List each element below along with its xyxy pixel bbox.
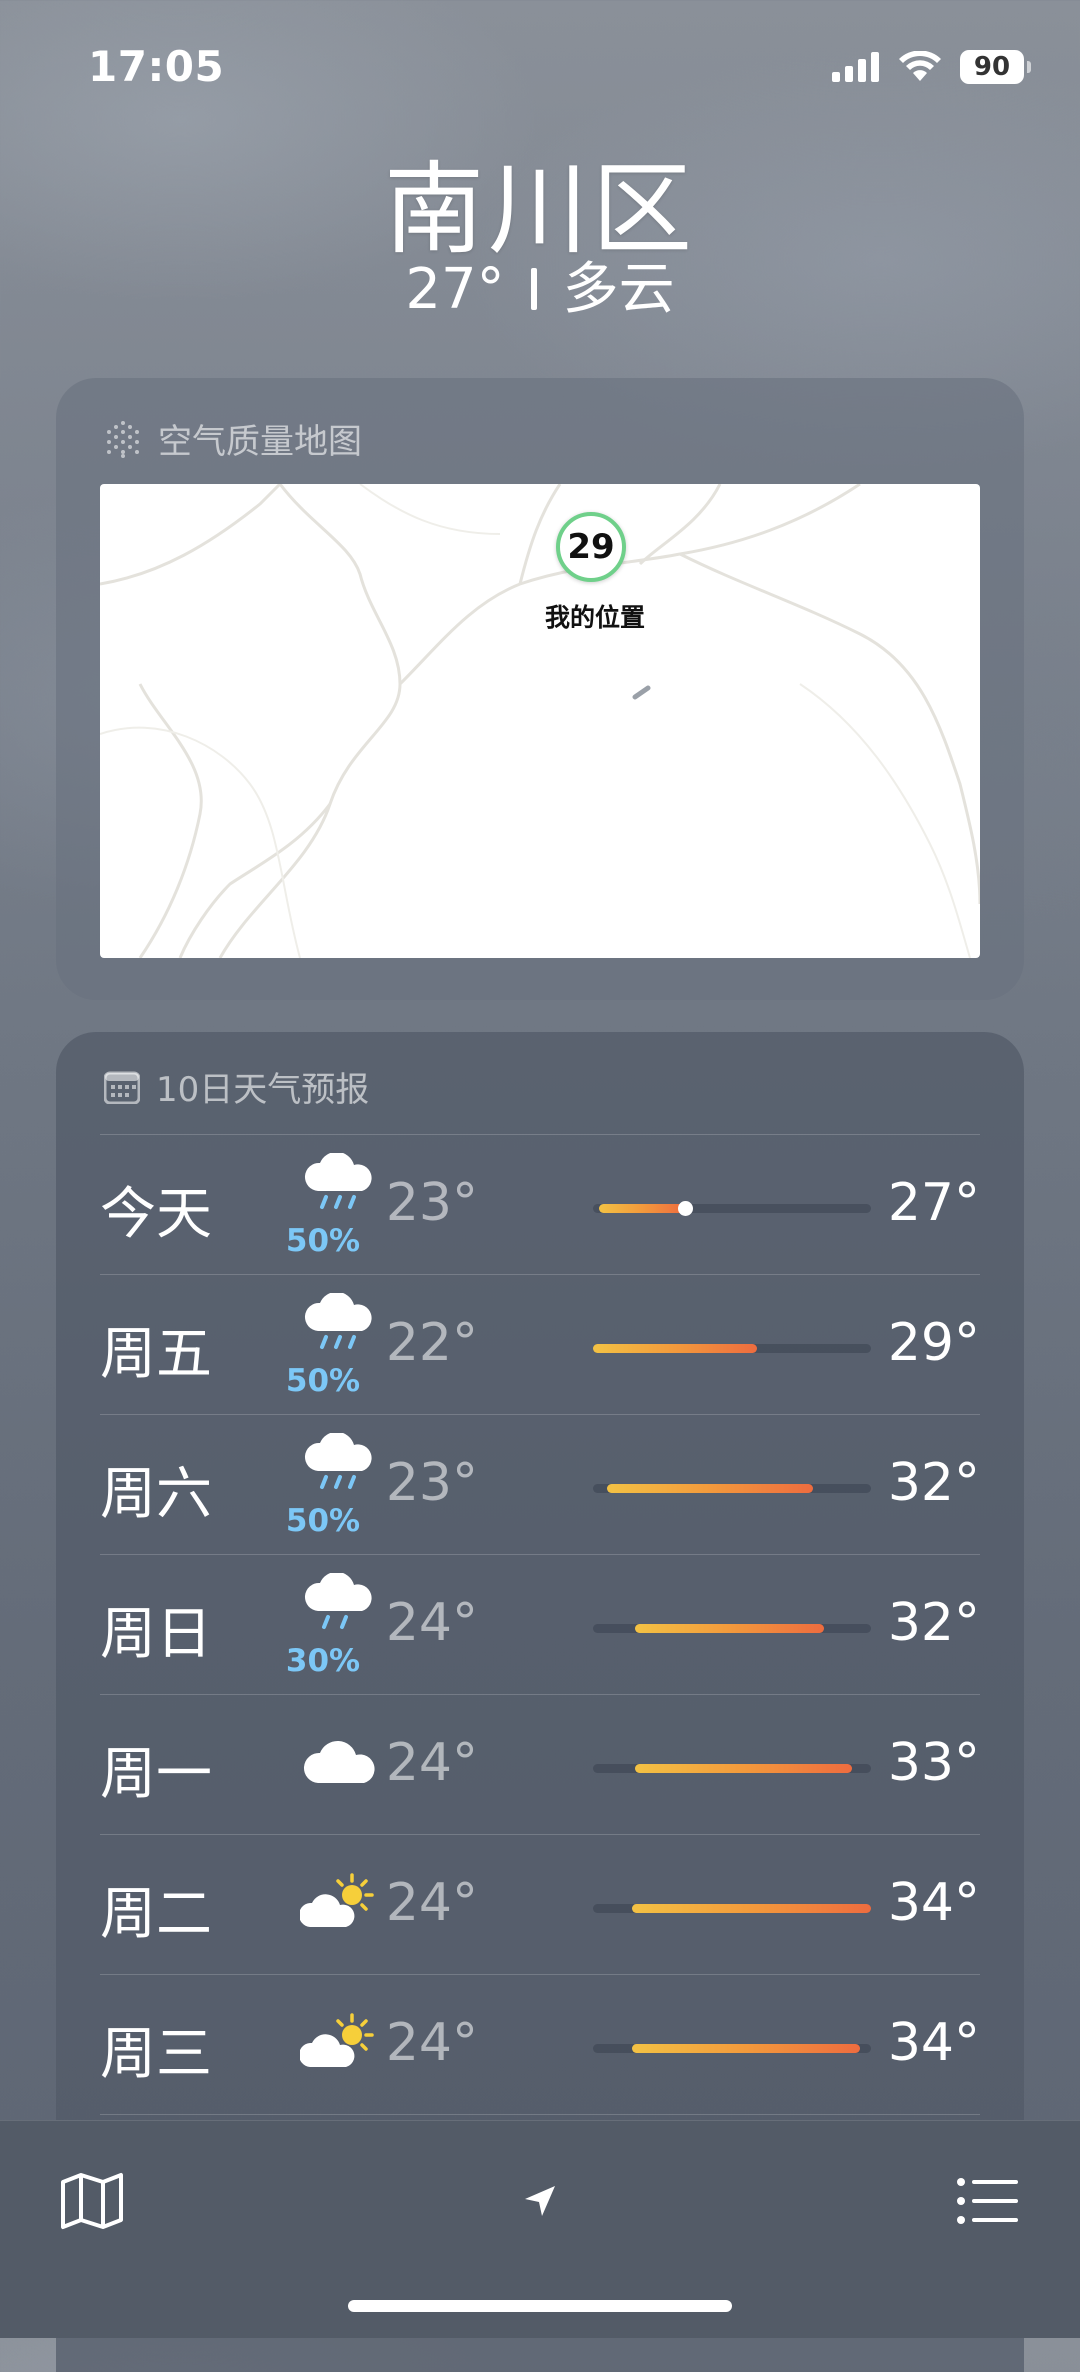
summary-separator: [530, 267, 537, 310]
forecast-day: 周二: [100, 1882, 212, 1947]
status-time: 17:05: [88, 42, 225, 91]
forecast-day: 周日: [100, 1602, 212, 1667]
forecast-title: 10日天气预报: [156, 1070, 370, 1110]
current-temp-marker: [677, 1201, 693, 1216]
current-location-button[interactable]: [500, 2161, 580, 2241]
current-condition: 多云: [562, 257, 675, 322]
forecast-row[interactable]: 周二 24° 34°: [100, 1834, 980, 1974]
high-temp: 33°: [887, 1733, 980, 1793]
temp-range-bar: [593, 1904, 871, 1913]
list-icon: [957, 2178, 1018, 2224]
forecast-day: 周五: [100, 1322, 212, 1387]
forecast-row-divider: [100, 2114, 980, 2117]
forecast-day: 周三: [100, 2022, 212, 2087]
battery-indicator: 90: [960, 50, 1031, 84]
temp-range-bar: [593, 1764, 871, 1773]
temp-range-bar: [593, 1484, 871, 1493]
temp-range-fill: [631, 2044, 860, 2053]
high-temp: 27°: [887, 1173, 980, 1233]
my-location-label: 我的位置: [544, 603, 645, 632]
air-quality-title: 空气质量地图: [158, 422, 362, 462]
low-temp: 22°: [385, 1313, 478, 1373]
low-temp: 24°: [385, 2013, 478, 2073]
status-icons: 90: [832, 50, 1031, 84]
temp-range-fill: [606, 1484, 813, 1493]
aqi-value-badge[interactable]: 29: [556, 512, 626, 582]
air-quality-header: 空气质量地图: [104, 414, 362, 463]
forecast-row[interactable]: 周一 24° 33°: [100, 1694, 980, 1834]
air-quality-card[interactable]: 空气质量地图 29 我的位置: [56, 378, 1024, 1000]
forecast-row[interactable]: 周三 24° 34°: [100, 1974, 980, 2114]
temp-range-bar: [593, 2044, 871, 2053]
temp-range-bar: [593, 1201, 871, 1216]
temp-range-fill: [634, 1624, 824, 1633]
air-quality-dots-icon: [107, 420, 139, 458]
temp-range-bar: [593, 1344, 871, 1353]
city-list-button[interactable]: [948, 2161, 1028, 2241]
forecast-row[interactable]: 周五 50% 22° 29°: [100, 1274, 980, 1414]
current-summary: 27° 多云: [0, 244, 1080, 325]
air-quality-map[interactable]: 29 我的位置: [100, 484, 980, 958]
forecast-list: 今天 50% 23° 27° 周五 50% 22° 29° 周六 50% 23°…: [100, 1134, 980, 2117]
temp-range-fill: [634, 1764, 852, 1773]
wifi-icon: [899, 51, 941, 81]
map-icon: [61, 2173, 123, 2229]
temp-range-bar: [593, 1624, 871, 1633]
location-arrow-icon: [525, 2186, 555, 2216]
forecast-day: 周一: [100, 1742, 212, 1807]
forecast-day: 周六: [100, 1462, 212, 1527]
high-temp: 32°: [887, 1453, 980, 1513]
current-temperature: 27°: [405, 257, 505, 322]
forecast-row[interactable]: 周六 50% 23° 32°: [100, 1414, 980, 1554]
temp-range-fill: [631, 1904, 871, 1913]
low-temp: 24°: [385, 1873, 478, 1933]
low-temp: 24°: [385, 1593, 478, 1653]
low-temp: 23°: [385, 1453, 478, 1513]
low-temp: 24°: [385, 1733, 478, 1793]
temp-range-fill: [593, 1344, 758, 1353]
low-temp: 23°: [385, 1173, 478, 1233]
forecast-row[interactable]: 周日 30% 24° 32°: [100, 1554, 980, 1694]
map-button[interactable]: [52, 2161, 132, 2241]
high-temp: 29°: [887, 1313, 980, 1373]
map-roads: [100, 484, 980, 958]
forecast-day: 今天: [100, 1182, 212, 1247]
temp-range-fill: [598, 1204, 685, 1213]
home-indicator[interactable]: [348, 2300, 732, 2312]
high-temp: 32°: [887, 1593, 980, 1653]
forecast-row[interactable]: 今天 50% 23° 27°: [100, 1134, 980, 1274]
calendar-icon: [104, 1071, 140, 1104]
cellular-signal-icon: [832, 52, 879, 82]
high-temp: 34°: [887, 2013, 980, 2073]
forecast-header: 10日天气预报: [104, 1062, 369, 1111]
high-temp: 34°: [887, 1873, 980, 1933]
